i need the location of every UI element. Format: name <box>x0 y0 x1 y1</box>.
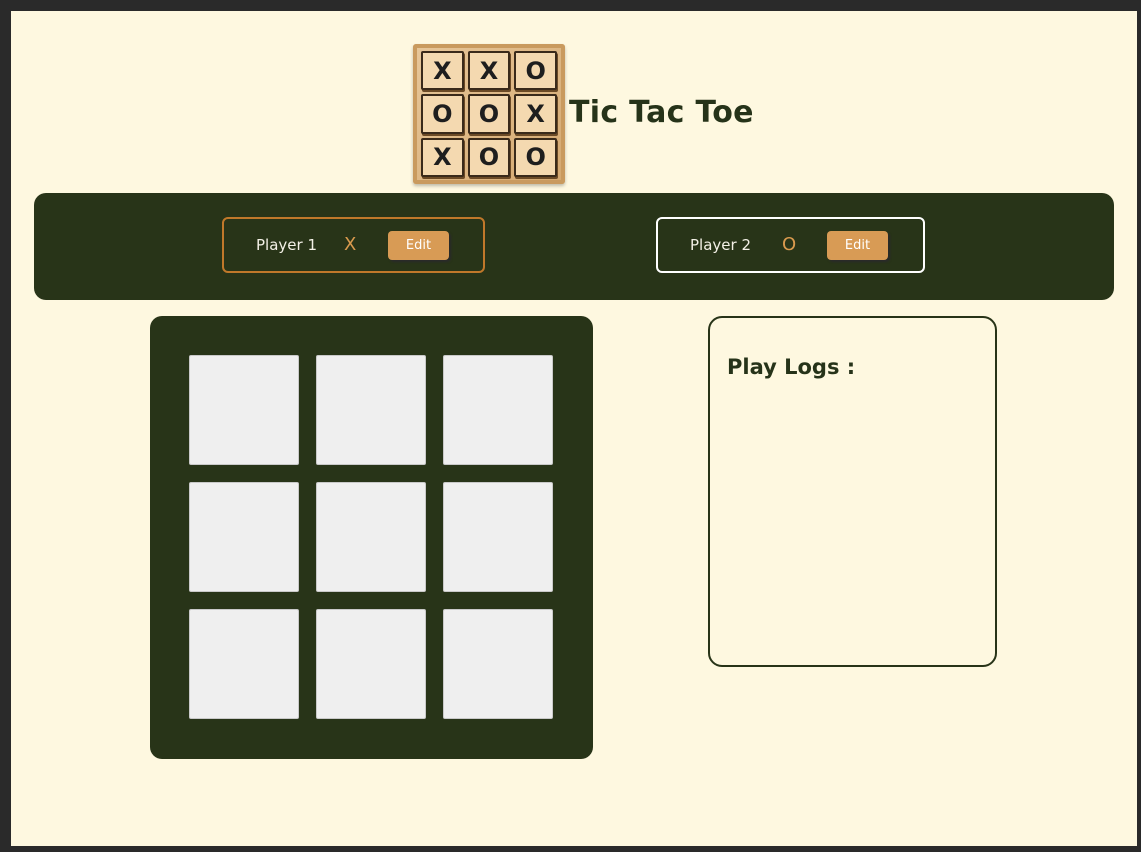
player-2-edit-button[interactable]: Edit <box>827 231 888 260</box>
board-cell-3[interactable] <box>443 355 553 465</box>
logo-cell: O <box>467 94 511 134</box>
players-bar: Player 1 X Edit Player 2 O Edit <box>34 193 1114 300</box>
logo-cell: X <box>421 137 464 177</box>
board-cell-1[interactable] <box>189 355 299 465</box>
player-1-symbol: X <box>344 234 357 255</box>
logo-cell: X <box>421 51 464 91</box>
board-cell-9[interactable] <box>443 609 553 719</box>
play-logs-title: Play Logs : <box>727 355 856 379</box>
board-cell-5[interactable] <box>316 482 426 592</box>
player-2-name: Player 2 <box>690 236 751 254</box>
logo-cell: O <box>514 137 557 177</box>
board-cell-6[interactable] <box>443 482 553 592</box>
logo-cell: O <box>421 94 464 134</box>
board-cell-2[interactable] <box>316 355 426 465</box>
player-1-name: Player 1 <box>256 236 317 254</box>
logo-cell: O <box>467 137 511 177</box>
logo-cell: O <box>514 51 557 91</box>
page-title: Tic Tac Toe <box>569 95 754 130</box>
tic-tac-toe-logo-image: X X O O O X X O O <box>413 44 565 184</box>
player-2-card: Player 2 O Edit <box>656 217 925 273</box>
logo-cell: X <box>467 51 511 91</box>
page: X X O O O X X O O Tic Tac Toe Player 1 X… <box>11 11 1137 846</box>
logo-cell: X <box>514 94 557 134</box>
player-1-edit-button[interactable]: Edit <box>388 231 449 260</box>
player-2-symbol: O <box>782 234 797 255</box>
board-cell-8[interactable] <box>316 609 426 719</box>
play-logs-panel: Play Logs : <box>708 316 997 667</box>
logo-board-grid: X X O O O X X O O <box>421 51 557 177</box>
player-1-card: Player 1 X Edit <box>222 217 485 273</box>
game-board <box>150 316 593 759</box>
board-cell-7[interactable] <box>189 609 299 719</box>
board-cell-4[interactable] <box>189 482 299 592</box>
